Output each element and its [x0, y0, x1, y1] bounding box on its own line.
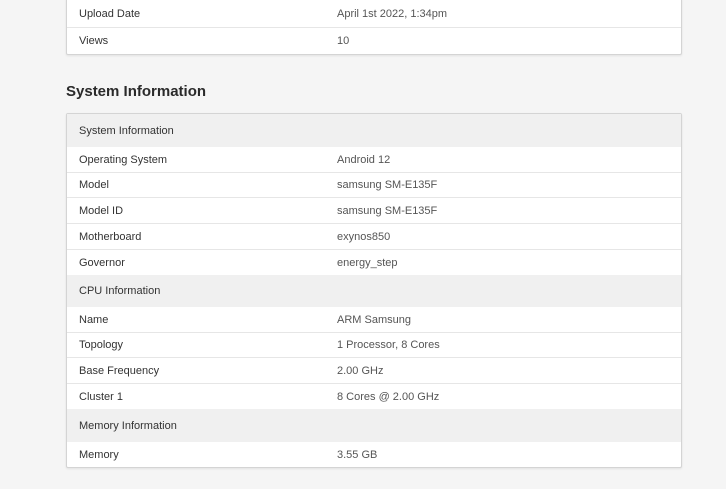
row-label: Operating System — [79, 153, 168, 166]
row-value: 10 — [337, 34, 350, 47]
table-row-governor: Governor energy_step — [67, 250, 681, 275]
group-header-label: System Information — [79, 124, 174, 137]
row-value: Android 12 — [337, 153, 391, 166]
row-value: energy_step — [337, 256, 398, 269]
table-row-cluster-1: Cluster 1 8 Cores @ 2.00 GHz — [67, 384, 681, 409]
row-label: Views — [79, 34, 109, 47]
row-label: Topology — [79, 339, 124, 351]
row-value: samsung SM-E135F — [337, 179, 438, 191]
row-value: ARM Samsung — [337, 313, 411, 326]
row-label: Motherboard — [79, 230, 142, 243]
row-value: April 1st 2022, 1:34pm — [337, 7, 448, 20]
table-row-cpu-name: Name ARM Samsung — [67, 307, 681, 333]
row-value: 2.00 GHz — [337, 364, 384, 377]
table-row-upload-date: Upload Date April 1st 2022, 1:34pm — [67, 0, 681, 28]
group-header-cpu: CPU Information — [67, 275, 681, 307]
table-row-motherboard: Motherboard exynos850 — [67, 224, 681, 250]
table-row-model-id: Model ID samsung SM-E135F — [67, 198, 681, 224]
table-row-topology: Topology 1 Processor, 8 Cores — [67, 333, 681, 358]
row-value: 3.55 GB — [337, 448, 378, 461]
row-label: Governor — [79, 256, 125, 269]
table-row-memory: Memory 3.55 GB — [67, 442, 681, 467]
row-label: Model ID — [79, 204, 124, 217]
row-label: Name — [79, 313, 109, 326]
table-row-base-frequency: Base Frequency 2.00 GHz — [67, 358, 681, 384]
row-value: samsung SM-E135F — [337, 204, 438, 217]
group-header-label: CPU Information — [79, 285, 161, 297]
row-value: 8 Cores @ 2.00 GHz — [337, 390, 440, 403]
group-header-system: System Information — [67, 114, 681, 147]
section-title: System Information — [66, 83, 207, 100]
upload-info-table: Upload Date April 1st 2022, 1:34pm Views… — [66, 0, 682, 55]
row-label: Cluster 1 — [79, 390, 124, 403]
row-label: Memory — [79, 448, 119, 461]
table-row-views: Views 10 — [67, 28, 681, 53]
system-information-table: System Information Operating System Andr… — [66, 113, 682, 468]
table-row-model: Model samsung SM-E135F — [67, 173, 681, 198]
row-value: exynos850 — [337, 230, 391, 243]
row-value: 1 Processor, 8 Cores — [337, 339, 440, 351]
row-label: Base Frequency — [79, 364, 160, 377]
row-label: Upload Date — [79, 7, 141, 20]
group-header-label: Memory Information — [79, 419, 177, 432]
row-label: Model — [79, 179, 109, 191]
group-header-memory: Memory Information — [67, 409, 681, 442]
table-row-operating-system: Operating System Android 12 — [67, 147, 681, 173]
